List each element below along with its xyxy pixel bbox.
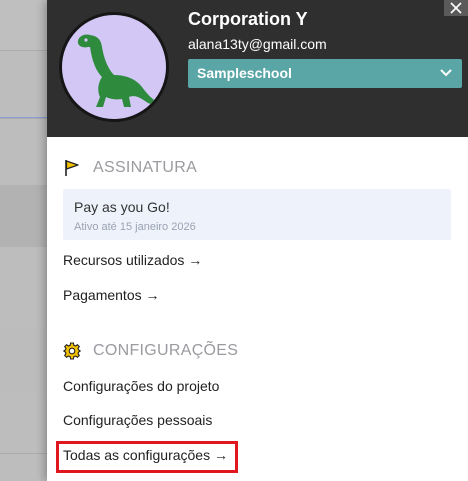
background-row <box>0 393 47 454</box>
avatar <box>59 12 169 122</box>
school-select[interactable]: Sampleschool <box>188 59 462 88</box>
gear-icon <box>63 342 81 360</box>
payments-link[interactable]: Pagamentos → <box>63 287 160 303</box>
plan-card: Pay as you Go! Ativo até 15 janeiro 2026 <box>63 189 451 240</box>
account-header: Corporation Y alana13ty@gmail.com Sample… <box>47 0 468 137</box>
user-email: alana13ty@gmail.com <box>188 36 327 52</box>
background-row <box>0 329 47 394</box>
personal-settings-link[interactable]: Configurações pessoais <box>63 412 212 428</box>
all-settings-link[interactable]: Todas as configurações → <box>63 447 228 463</box>
close-icon <box>450 2 462 14</box>
resources-used-link[interactable]: Recursos utilizados → <box>63 252 202 268</box>
org-name: Corporation Y <box>188 9 308 29</box>
background-app <box>0 0 47 481</box>
project-settings-link[interactable]: Configurações do projeto <box>63 378 219 394</box>
plan-name: Pay as you Go! <box>74 199 170 215</box>
settings-section-title: CONFIGURAÇÕES <box>63 342 238 360</box>
background-row <box>0 0 47 51</box>
background-row <box>0 118 47 119</box>
plan-status: Ativo até 15 janeiro 2026 <box>74 221 196 233</box>
close-button[interactable] <box>444 0 468 16</box>
dinosaur-icon <box>77 34 162 108</box>
school-select-value: Sampleschool <box>197 65 292 81</box>
account-drawer: Corporation Y alana13ty@gmail.com Sample… <box>47 0 468 481</box>
background-row <box>0 185 47 248</box>
flag-icon <box>65 160 79 176</box>
subscription-section-title: ASSINATURA <box>63 159 197 177</box>
chevron-down-icon <box>440 69 452 77</box>
background-row <box>0 247 47 330</box>
subscription-title: ASSINATURA <box>93 159 198 176</box>
settings-title: CONFIGURAÇÕES <box>93 342 239 359</box>
